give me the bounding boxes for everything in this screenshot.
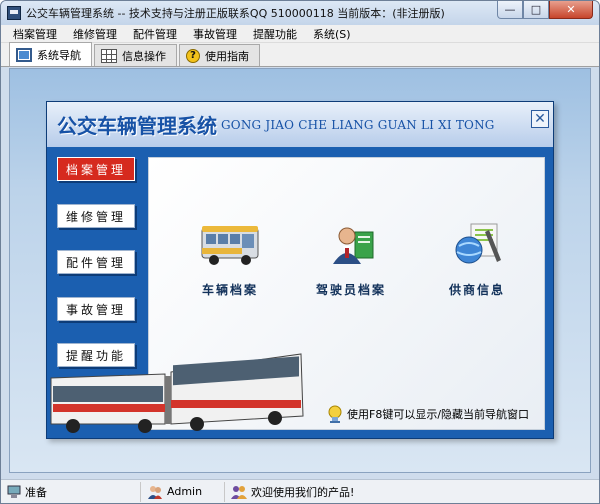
navigation-panel: 公交车辆管理系统 GONG JIAO CHE LIANG GUAN LI XI … [46,101,554,439]
tab-system-navigation[interactable]: 系统导航 [9,42,92,66]
nav-maintenance[interactable]: 维修管理 [57,204,135,228]
app-icon [7,6,21,20]
user-icon [148,485,162,499]
tab-user-guide[interactable]: ? 使用指南 [179,44,260,66]
lightbulb-icon [328,405,342,423]
feature-label: 驾驶员档案 [315,283,386,297]
nav-parts[interactable]: 配件管理 [57,250,135,274]
window-title: 公交车辆管理系统 -- 技术支持与注册正版联系QQ 510000118 当前版本… [26,7,445,20]
nav-archives[interactable]: 档案管理 [57,157,135,181]
tab-info-operations[interactable]: 信息操作 [94,44,177,66]
menu-bar: 档案管理 维修管理 配件管理 事故管理 提醒功能 系统(S) [1,25,599,43]
window-controls: — □ ✕ [497,1,593,19]
minimize-button[interactable]: — [497,1,523,19]
feature-driver-archives[interactable]: 驾驶员档案 [306,220,396,298]
panel-title: 公交车辆管理系统 [57,114,217,138]
status-user: Admin [141,481,225,502]
app-window: 公交车辆管理系统 -- 技术支持与注册正版联系QQ 510000118 当前版本… [0,0,600,504]
menu-parts[interactable]: 配件管理 [125,26,185,42]
panel-header: 公交车辆管理系统 GONG JIAO CHE LIANG GUAN LI XI … [47,102,553,147]
supplier-icon [455,223,501,264]
menu-accidents[interactable]: 事故管理 [185,26,245,42]
maximize-button[interactable]: □ [523,1,549,19]
status-bar: 准备 Admin 欢迎使用我们的产品! [1,479,599,503]
feature-supplier-info[interactable]: 供商信息 [432,220,522,298]
title-bar[interactable]: 公交车辆管理系统 -- 技术支持与注册正版联系QQ 510000118 当前版本… [1,1,599,25]
menu-archives[interactable]: 档案管理 [5,26,65,42]
status-welcome: 欢迎使用我们的产品! [225,482,360,502]
status-welcome-text: 欢迎使用我们的产品! [251,485,355,499]
panel-subtitle: GONG JIAO CHE LIANG GUAN LI XI TONG [221,117,495,132]
menu-reminders[interactable]: 提醒功能 [245,26,305,42]
bus-icon [201,226,259,265]
hint-text: 使用F8键可以显示/隐藏当前导航窗口 [347,408,530,421]
people-icon [231,485,247,499]
tab-label: 使用指南 [205,49,249,63]
status-ready: 准备 [1,481,141,502]
nav-accidents[interactable]: 事故管理 [57,297,135,321]
tab-label: 系统导航 [37,48,81,62]
close-button[interactable]: ✕ [549,1,593,19]
status-user-text: Admin [167,485,203,498]
feature-label: 供商信息 [448,283,505,297]
grid-icon [101,48,117,63]
help-icon: ? [186,48,200,63]
menu-maintenance[interactable]: 维修管理 [65,26,125,42]
tab-label: 信息操作 [122,49,166,63]
monitor-icon [16,47,32,62]
feature-vehicle-archives[interactable]: 车辆档案 [185,220,275,298]
computer-icon [7,485,21,498]
tab-strip: 系统导航 信息操作 ? 使用指南 [1,42,599,67]
feature-label: 车辆档案 [201,283,258,297]
driver-icon [333,227,374,264]
articulated-bus-illustration [50,353,304,433]
f8-hint: 使用F8键可以显示/隐藏当前导航窗口 [327,405,529,423]
status-ready-text: 准备 [25,485,47,499]
panel-close-button[interactable]: ✕ [531,110,549,128]
menu-system[interactable]: 系统(S) [305,26,359,42]
